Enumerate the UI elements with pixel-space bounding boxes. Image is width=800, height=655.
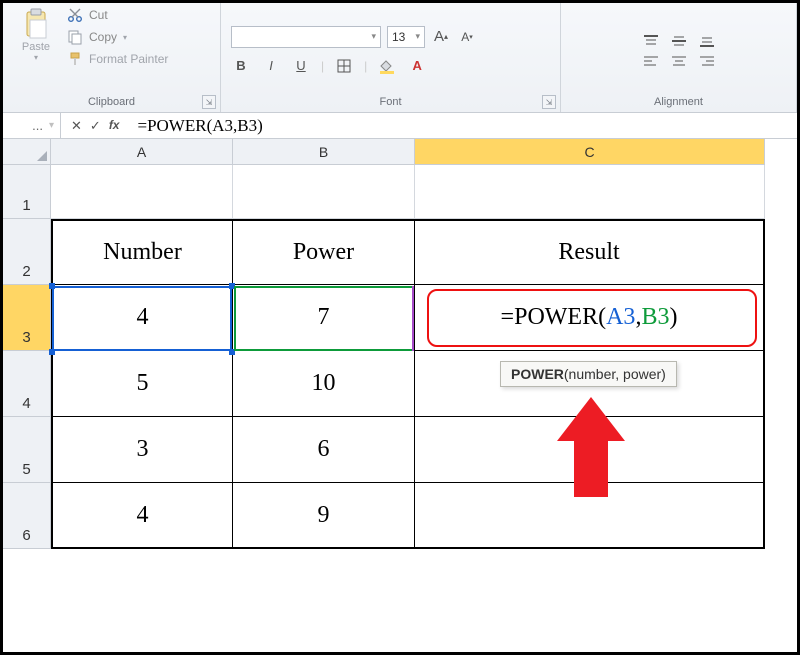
scissors-icon	[67, 7, 83, 23]
enter-formula-button[interactable]: ✓	[90, 118, 101, 134]
font-size-combo[interactable]: 13 ▾	[387, 26, 425, 48]
font-dialog-launcher[interactable]: ⇲	[542, 95, 556, 109]
row-6: 6 4 9	[3, 483, 797, 549]
group-clipboard: Paste ▾ Cut Copy ▾ Format Painter C	[3, 3, 221, 112]
cell-B5[interactable]: 6	[233, 417, 415, 483]
row-header-5[interactable]: 5	[3, 417, 51, 483]
cell-B6[interactable]: 9	[233, 483, 415, 549]
cell-A4[interactable]: 5	[51, 351, 233, 417]
row-4: 4 5 10	[3, 351, 797, 417]
name-box[interactable]: ... ▾	[3, 113, 61, 138]
bold-button[interactable]: B	[231, 56, 251, 76]
row-1: 1	[3, 165, 797, 219]
italic-button[interactable]: I	[261, 56, 281, 76]
paintbrush-icon	[67, 51, 83, 67]
group-label-clipboard: Clipboard	[13, 94, 210, 110]
cancel-formula-button[interactable]: ✕	[71, 118, 82, 134]
cell-B3[interactable]: 7	[233, 285, 415, 351]
function-tooltip[interactable]: POWER(number, power)	[500, 361, 677, 387]
borders-button[interactable]	[334, 56, 354, 76]
align-middle-button[interactable]	[670, 34, 688, 48]
formula-bar: ... ▾ ✕ ✓ fx =POWER(A3,B3)	[3, 113, 797, 139]
font-color-button[interactable]: A	[407, 56, 427, 76]
row-5: 5 3 6	[3, 417, 797, 483]
cell-B2[interactable]: Power	[233, 219, 415, 285]
row-header-1[interactable]: 1	[3, 165, 51, 219]
align-bottom-button[interactable]	[698, 34, 716, 48]
formula-input[interactable]: =POWER(A3,B3)	[129, 116, 797, 136]
paste-button[interactable]: Paste ▾	[13, 7, 59, 62]
align-top-button[interactable]	[642, 34, 660, 48]
row-2: 2 Number Power Result	[3, 219, 797, 285]
select-all-corner[interactable]	[3, 139, 51, 165]
row-header-3[interactable]: 3	[3, 285, 51, 351]
grow-font-button[interactable]: A▴	[431, 27, 451, 47]
cell-A3[interactable]: 4	[51, 285, 233, 351]
cell-A1[interactable]	[51, 165, 233, 219]
row-header-4[interactable]: 4	[3, 351, 51, 417]
row-3: 3 4 7 =POWER(A3,B3)	[3, 285, 797, 351]
shrink-font-button[interactable]: A▾	[457, 27, 477, 47]
editing-formula: =POWER(A3,B3)	[501, 304, 678, 331]
cell-C3[interactable]: =POWER(A3,B3)	[415, 285, 765, 351]
group-label-font: Font	[231, 94, 550, 110]
align-center-button[interactable]	[670, 54, 688, 68]
underline-button[interactable]: U	[291, 56, 311, 76]
cell-C2[interactable]: Result	[415, 219, 765, 285]
group-font: ▾ 13 ▾ A▴ A▾ B I U | | A Font ⇲	[221, 3, 561, 112]
paste-label: Paste	[13, 41, 59, 53]
annotation-arrow-icon	[561, 397, 621, 497]
cell-B4[interactable]: 10	[233, 351, 415, 417]
col-header-A[interactable]: A	[51, 139, 233, 165]
fill-color-button[interactable]	[377, 56, 397, 76]
col-header-C[interactable]: C	[415, 139, 765, 165]
group-label-alignment: Alignment	[571, 94, 786, 110]
align-right-button[interactable]	[698, 54, 716, 68]
cell-A6[interactable]: 4	[51, 483, 233, 549]
cell-C1[interactable]	[415, 165, 765, 219]
col-header-B[interactable]: B	[233, 139, 415, 165]
clipboard-dialog-launcher[interactable]: ⇲	[202, 95, 216, 109]
copy-icon	[67, 29, 83, 45]
font-name-combo[interactable]: ▾	[231, 26, 381, 48]
copy-button[interactable]: Copy ▾	[67, 29, 168, 45]
row-header-2[interactable]: 2	[3, 219, 51, 285]
cut-button[interactable]: Cut	[67, 7, 168, 23]
format-painter-button[interactable]: Format Painter	[67, 51, 168, 67]
worksheet[interactable]: A B C 1 2 Number Power Result 3 4 7 =POW…	[3, 139, 797, 549]
row-header-6[interactable]: 6	[3, 483, 51, 549]
group-alignment: Alignment	[561, 3, 797, 112]
ribbon: Paste ▾ Cut Copy ▾ Format Painter C	[3, 3, 797, 113]
align-left-button[interactable]	[642, 54, 660, 68]
cell-A5[interactable]: 3	[51, 417, 233, 483]
cell-A2[interactable]: Number	[51, 219, 233, 285]
cell-B1[interactable]	[233, 165, 415, 219]
insert-function-button[interactable]: fx	[109, 118, 120, 134]
clipboard-icon	[13, 7, 59, 41]
